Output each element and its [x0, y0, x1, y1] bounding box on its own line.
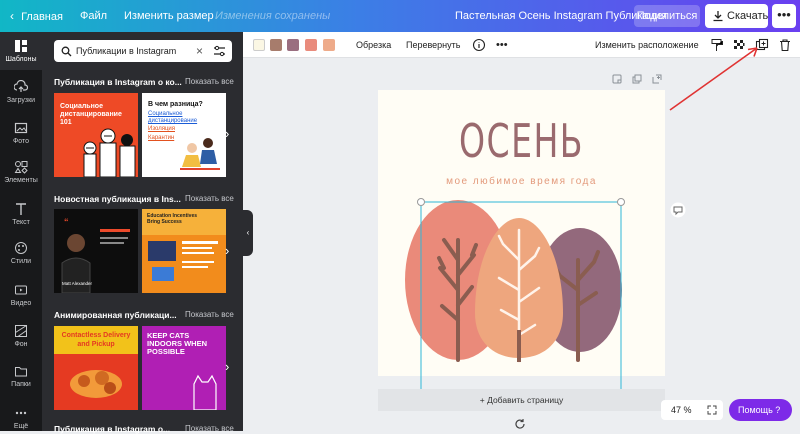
- background-icon: [15, 325, 27, 337]
- color-swatch[interactable]: [253, 39, 265, 51]
- page-subtitle[interactable]: мое любимое время года: [378, 176, 665, 187]
- home-link[interactable]: ‹ Главная: [10, 0, 63, 32]
- add-page-button[interactable]: + Добавить страницу: [378, 389, 665, 411]
- search-value: Публикации в Instagram: [76, 46, 177, 56]
- color-swatch[interactable]: [270, 39, 282, 51]
- svg-text:“: “: [64, 217, 69, 227]
- more-options-button[interactable]: •••: [772, 4, 796, 28]
- rail-item-background[interactable]: Фон: [0, 324, 42, 348]
- clear-search-icon[interactable]: ×: [196, 40, 203, 62]
- home-label: Главная: [21, 11, 63, 23]
- rail-label: Текст: [12, 219, 30, 226]
- selection-box[interactable]: [415, 196, 627, 408]
- template-thumbnail[interactable]: В чем разница? Социальное дистанцировани…: [142, 93, 226, 177]
- scroll-right-icon[interactable]: ›: [225, 360, 235, 373]
- cat-illustration: [193, 374, 217, 410]
- template-thumbnail[interactable]: Contactless Delivery and Pickup: [54, 326, 138, 410]
- top-bar: ‹ Главная Файл Изменить размер Изменения…: [0, 0, 800, 32]
- download-button[interactable]: Скачать: [705, 4, 768, 28]
- rail-item-text[interactable]: Текст: [0, 202, 42, 226]
- trash-icon[interactable]: [778, 38, 792, 52]
- search-input[interactable]: Публикации в Instagram ×: [54, 40, 232, 62]
- info-icon[interactable]: [472, 38, 486, 52]
- template-thumbnail[interactable]: Education Incentives Bring Success: [142, 209, 226, 293]
- rail-label: Фото: [12, 138, 30, 145]
- rail-label: Элементы: [4, 177, 38, 184]
- annotation-arrow: [669, 47, 758, 111]
- folder-icon: [15, 367, 27, 377]
- show-all-link[interactable]: Показать все: [185, 310, 234, 319]
- thumbnail-text: Matt Alexander: [62, 281, 93, 286]
- saved-status: Изменения сохранены: [215, 10, 331, 22]
- more-tools-button[interactable]: •••: [496, 32, 508, 58]
- food-illustration: [70, 370, 122, 398]
- zoom-control[interactable]: 47 %: [661, 400, 723, 420]
- desk-illustration: [148, 241, 218, 281]
- rail-item-photos[interactable]: Фото: [0, 121, 42, 145]
- resize-button[interactable]: Изменить размер: [124, 0, 214, 32]
- section-title: Публикация в Instagram о...: [54, 424, 171, 434]
- section-title: Анимированная публикаци...: [54, 310, 177, 320]
- rail-label: Папки: [11, 381, 31, 388]
- text-icon: [16, 203, 26, 215]
- elements-icon: [14, 161, 28, 174]
- rail-item-folders[interactable]: Папки: [0, 364, 42, 388]
- collapse-panel-button[interactable]: ‹: [243, 210, 253, 256]
- rail-item-elements[interactable]: Элементы: [0, 160, 42, 184]
- help-button[interactable]: Помощь ?: [729, 399, 792, 421]
- rail-label: Ещё: [13, 423, 29, 430]
- chevron-left-icon: ‹: [10, 9, 14, 23]
- templates-panel: Публикации в Instagram × Публикация в In…: [42, 32, 243, 434]
- template-thumbnail[interactable]: KEEP CATS INDOORS WHEN POSSIBLE: [142, 326, 226, 410]
- rail-item-templates[interactable]: Шаблоны: [0, 32, 42, 70]
- rotate-icon[interactable]: [514, 418, 526, 430]
- rail-label: Стили: [10, 258, 32, 265]
- download-label: Скачать: [727, 10, 769, 22]
- share-button[interactable]: Поделиться: [634, 5, 700, 27]
- rail-item-video[interactable]: Видео: [0, 283, 42, 307]
- left-rail: Шаблоны Загрузки Фото Элементы Текст Сти…: [0, 32, 42, 431]
- download-icon: [713, 11, 723, 22]
- scroll-right-icon[interactable]: ›: [225, 244, 235, 257]
- note-icon[interactable]: [612, 74, 622, 84]
- zoom-level: 47 %: [671, 405, 692, 415]
- flip-button[interactable]: Перевернуть: [406, 32, 460, 58]
- color-swatch[interactable]: [323, 39, 335, 51]
- section-title: Новостная публикация в Ins...: [54, 194, 181, 204]
- templates-icon: [15, 40, 27, 52]
- rail-item-styles[interactable]: Стили: [0, 241, 42, 265]
- template-thumbnail[interactable]: “ Matt Alexander: [54, 209, 138, 293]
- rail-label: Видео: [10, 300, 32, 307]
- add-page-icon[interactable]: [652, 74, 662, 84]
- people-illustration: [180, 138, 220, 170]
- filter-icon[interactable]: [213, 45, 226, 57]
- fullscreen-icon[interactable]: [707, 405, 717, 415]
- template-thumbnail[interactable]: Социальное дистанцирование 101: [54, 93, 138, 177]
- section-title: Публикация в Instagram о ко...: [54, 77, 182, 87]
- rail-item-more[interactable]: Ещё: [0, 406, 42, 430]
- more-icon: [15, 411, 27, 415]
- photo-icon: [14, 122, 28, 134]
- show-all-link[interactable]: Показать все: [185, 424, 234, 433]
- rail-label: Загрузки: [6, 97, 36, 104]
- styles-icon: [15, 242, 27, 254]
- rail-label: Фон: [14, 341, 28, 348]
- copy-page-icon[interactable]: [632, 74, 642, 84]
- comment-icon[interactable]: [670, 202, 686, 218]
- upload-icon: [14, 80, 28, 92]
- file-menu[interactable]: Файл: [80, 0, 107, 32]
- rail-item-uploads[interactable]: Загрузки: [0, 80, 42, 104]
- show-all-link[interactable]: Показать все: [185, 77, 234, 86]
- show-all-link[interactable]: Показать все: [185, 194, 234, 203]
- color-swatch[interactable]: [287, 39, 299, 51]
- people-illustration: [83, 128, 136, 177]
- chevron-left-icon: ‹: [246, 228, 250, 237]
- rail-label: Шаблоны: [5, 56, 37, 63]
- video-icon: [15, 285, 27, 295]
- search-icon: [61, 46, 72, 57]
- color-swatch[interactable]: [305, 39, 317, 51]
- scroll-right-icon[interactable]: ›: [225, 127, 235, 140]
- crop-button[interactable]: Обрезка: [356, 32, 391, 58]
- page-title[interactable]: ОСЕНЬ: [418, 114, 625, 168]
